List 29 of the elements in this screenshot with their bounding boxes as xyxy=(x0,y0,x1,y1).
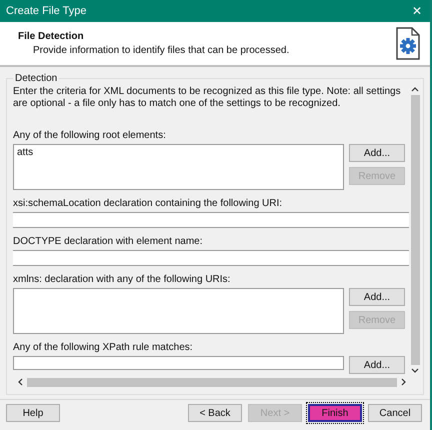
field-label: Any of the following root elements: xyxy=(13,130,167,141)
scroll-right-icon[interactable] xyxy=(401,378,407,386)
field-label: xmlns: declaration with any of the following URIs: xyxy=(13,274,232,285)
instruction-text: Enter the criteria for XML documents to be recognized as this file type. Note: all settings are optional - a file only has to match one of the settings to be recognized. xyxy=(13,86,402,110)
field-label: DOCTYPE declaration with element name: xyxy=(13,236,204,247)
list-box[interactable] xyxy=(13,288,344,334)
field-label: xsi:schemaLocation declaration containing the following URI: xyxy=(13,198,284,209)
close-button[interactable]: ✕ xyxy=(410,4,424,18)
scroll-down-icon[interactable] xyxy=(411,368,419,374)
list-box[interactable]: atts xyxy=(13,144,344,190)
document-gear-icon xyxy=(396,27,420,60)
input-field[interactable] xyxy=(13,250,409,266)
group-title: Detection xyxy=(14,73,58,84)
help-button[interactable]: Help xyxy=(6,404,60,422)
list-box[interactable] xyxy=(13,356,344,370)
scroll-up-icon[interactable] xyxy=(411,86,419,92)
window-title: Create File Type xyxy=(6,5,87,17)
scroll-left-icon[interactable] xyxy=(17,378,23,386)
add-button[interactable]: Add... xyxy=(349,356,405,374)
add-button[interactable]: Add... xyxy=(349,288,405,306)
list-item[interactable]: atts xyxy=(17,147,340,158)
field-label: Any of the following XPath rule matches: xyxy=(13,342,194,353)
dialog-button[interactable]: Finish xyxy=(308,404,362,422)
page-title: File Detection xyxy=(18,31,85,42)
add-button[interactable]: Add... xyxy=(349,144,405,162)
page-description: Provide information to identify files that can be processed. xyxy=(32,45,290,56)
dialog-button[interactable]: Cancel xyxy=(368,404,422,422)
input-field[interactable] xyxy=(13,212,409,228)
dialog-button[interactable]: < Back xyxy=(188,404,242,422)
